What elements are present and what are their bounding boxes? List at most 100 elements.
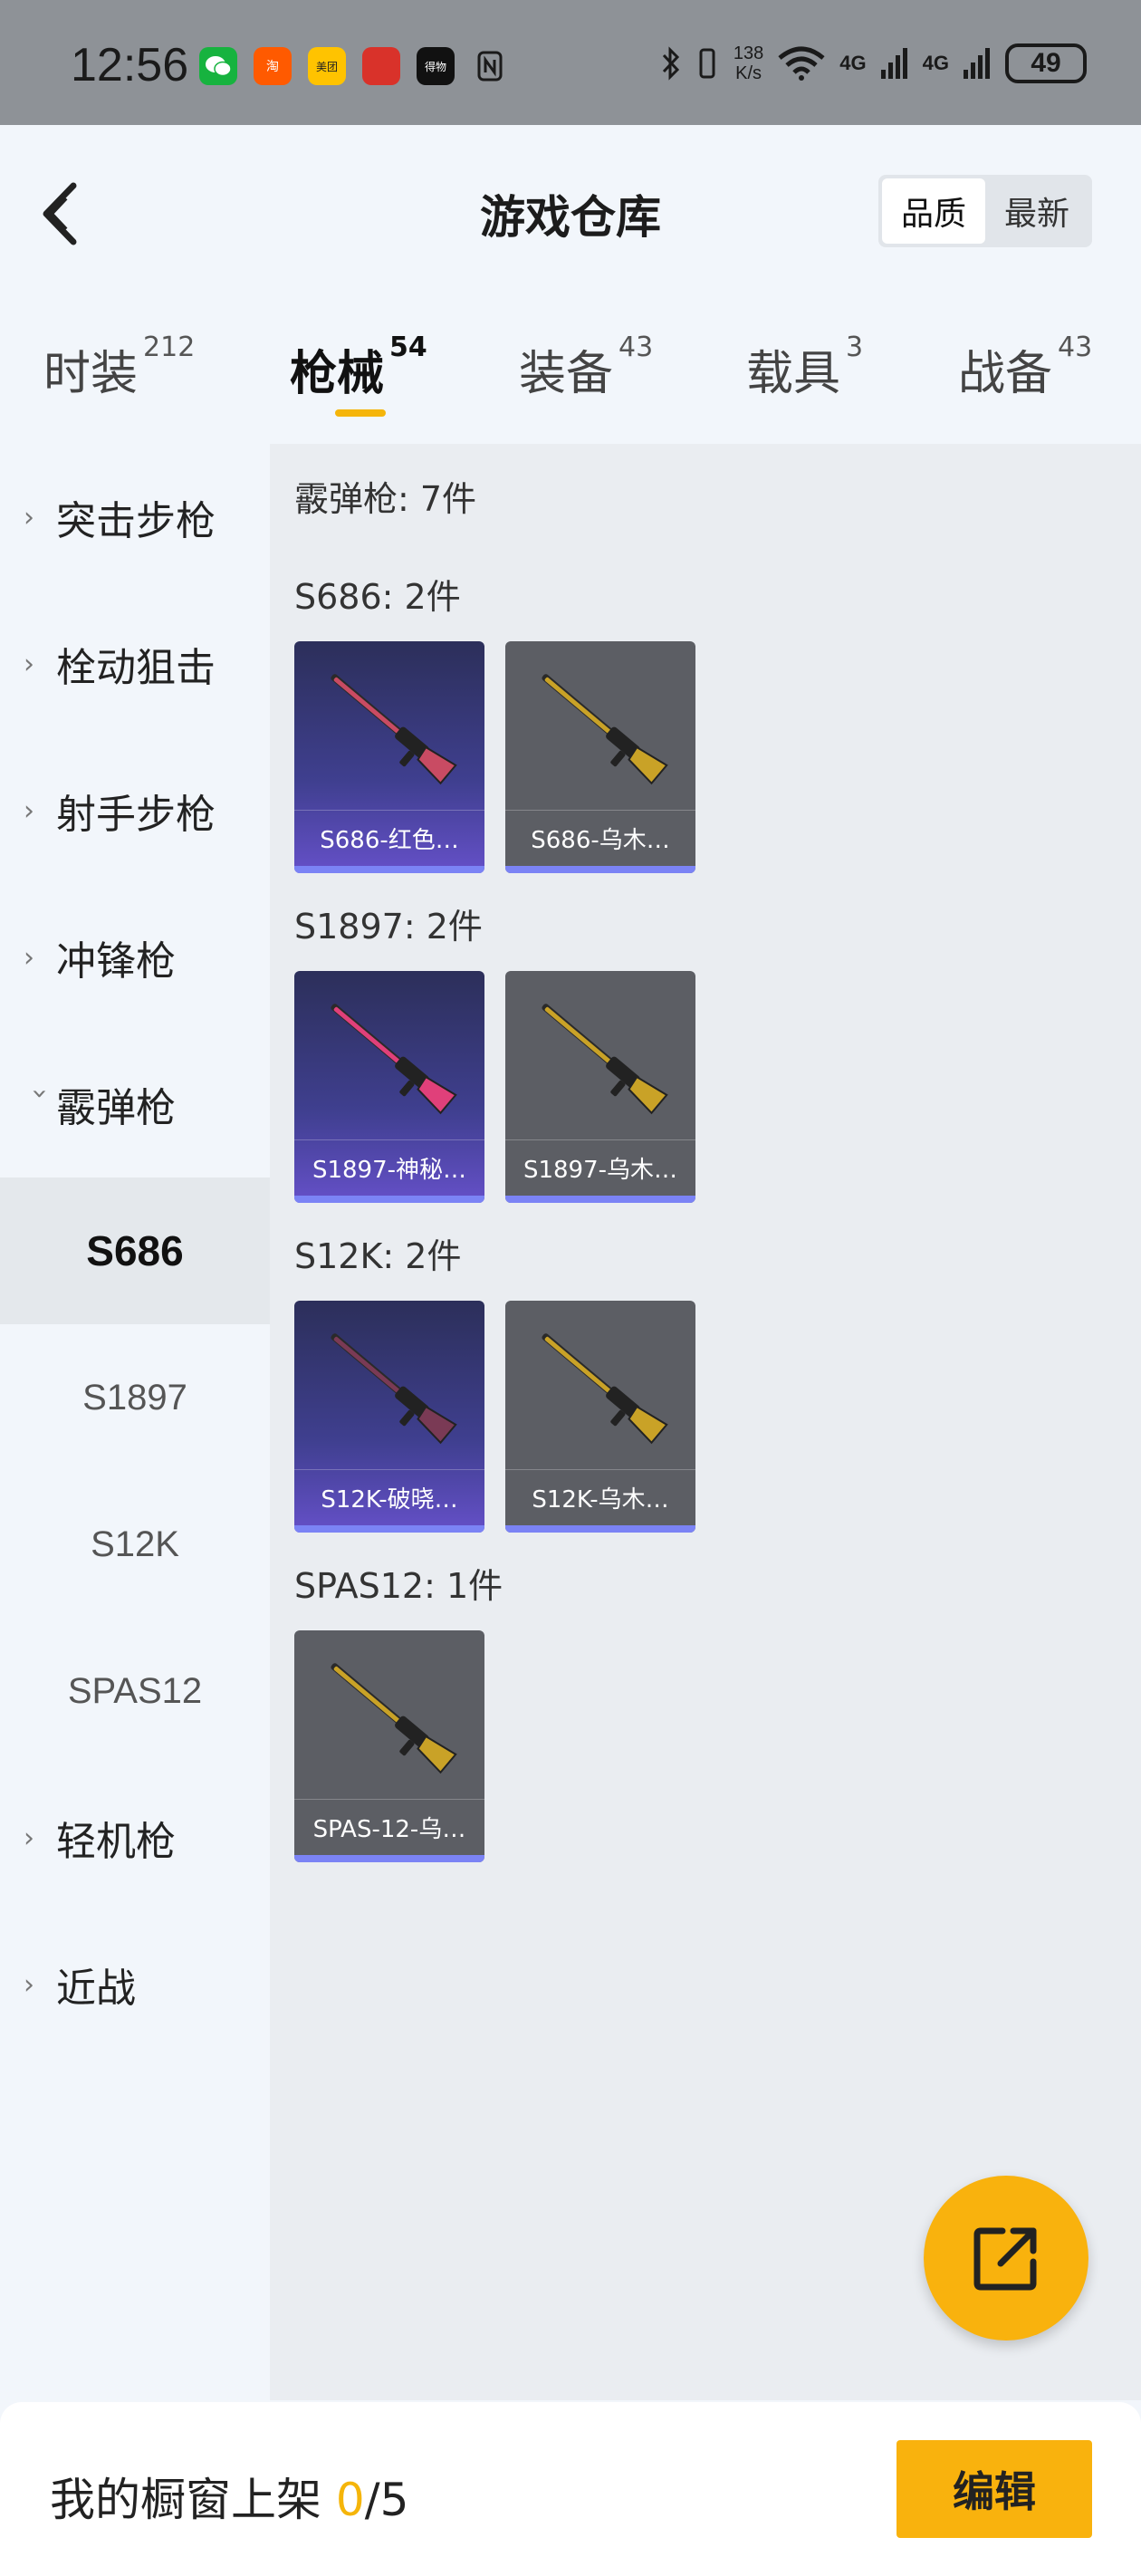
chevron-right-icon: ›: [24, 1968, 34, 2001]
sidebar-item-melee[interactable]: › 近战: [0, 1911, 270, 2058]
sidebar-item-smg[interactable]: › 冲锋枪: [0, 884, 270, 1031]
tab-count: 54: [389, 332, 427, 363]
bluetooth-icon: [662, 46, 679, 81]
tab-vehicles[interactable]: 载具 3: [746, 332, 864, 403]
tab-count: 3: [846, 332, 864, 363]
rarity-bar: [294, 1855, 484, 1862]
tab-count: 212: [143, 332, 196, 363]
status-bar: 12:56 淘 美团 得物 138 K/s 4G 4G 49: [0, 0, 1141, 125]
tab-label: 时装: [43, 347, 139, 401]
sidebar-item-label: 近战: [56, 1966, 136, 2012]
vibrate-icon: [699, 48, 715, 79]
chevron-right-icon: ›: [24, 501, 34, 533]
item-card[interactable]: S1897-乌木…: [505, 971, 695, 1203]
shotgun-icon: [331, 1333, 457, 1445]
tab-count: 43: [618, 332, 654, 363]
item-name: S1897-神秘…: [294, 1139, 484, 1196]
item-card[interactable]: S686-红色…: [294, 641, 484, 873]
tab-label: 枪械: [290, 347, 385, 401]
tab-guns[interactable]: 枪械 54: [290, 332, 427, 403]
item-name: S686-乌木…: [505, 810, 695, 866]
sort-newest-button[interactable]: 最新: [985, 178, 1088, 244]
share-external-icon: [973, 2227, 1037, 2291]
item-name: S686-红色…: [294, 810, 484, 866]
sidebar-sub-s12k[interactable]: S12K: [0, 1471, 270, 1618]
category-tabs: 时装 212 枪械 54 装备 43 载具 3 战备 43: [0, 299, 1141, 444]
meituan-icon: 美团: [308, 47, 346, 85]
item-card[interactable]: SPAS-12-乌…: [294, 1630, 484, 1862]
sidebar-item-label: 栓动狙击: [56, 645, 216, 691]
wechat-icon: [199, 47, 237, 85]
taobao-icon: 淘: [254, 47, 292, 85]
sidebar-sub-s1897[interactable]: S1897: [0, 1324, 270, 1471]
net-speed-value: 138: [733, 43, 764, 63]
rarity-bar: [505, 1525, 695, 1533]
sort-quality-button[interactable]: 品质: [882, 178, 985, 244]
network-type-2: 4G: [922, 52, 949, 74]
sidebar-item-label: 轻机枪: [56, 1819, 176, 1865]
rarity-bar: [505, 866, 695, 873]
net-speed: 138 K/s: [734, 43, 763, 83]
share-fab-button[interactable]: [924, 2176, 1088, 2341]
sidebar-sub-s686[interactable]: S686: [0, 1177, 270, 1324]
sidebar-item-bolt-sniper[interactable]: › 栓动狙击: [0, 591, 270, 737]
item-card[interactable]: S12K-乌木…: [505, 1301, 695, 1533]
item-name: S1897-乌木…: [505, 1139, 695, 1196]
item-name: S12K-破晓…: [294, 1469, 484, 1525]
item-card[interactable]: S686-乌木…: [505, 641, 695, 873]
shotgun-icon: [542, 1333, 668, 1445]
active-tab-indicator: [335, 409, 386, 417]
shotgun-icon: [331, 674, 457, 785]
group-title: S686: 2件: [294, 577, 461, 617]
showcase-total: /5: [364, 2474, 409, 2526]
tab-label: 载具: [746, 347, 841, 401]
group-title: SPAS12: 1件: [294, 1566, 503, 1606]
item-name: S12K-乌木…: [505, 1469, 695, 1525]
chevron-right-icon: ›: [24, 1821, 34, 1854]
rarity-bar: [505, 1196, 695, 1203]
showcase-label: 我的橱窗上架 0/5: [50, 2464, 408, 2529]
sidebar-item-assault-rifle[interactable]: › 突击步枪: [0, 444, 270, 591]
shotgun-icon: [331, 1663, 457, 1774]
rarity-bar: [294, 866, 484, 873]
status-time: 12:56: [71, 39, 189, 91]
rarity-bar: [294, 1525, 484, 1533]
item-card[interactable]: S12K-破晓…: [294, 1301, 484, 1533]
item-grid-panel: 霰弹枪: 7件 S686: 2件 S686-红色… S686-乌木… S1897…: [270, 444, 1141, 2400]
tab-fashion[interactable]: 时装 212: [43, 332, 196, 403]
group-title: S12K: 2件: [294, 1236, 462, 1276]
sidebar-item-label: 冲锋枪: [56, 938, 176, 985]
sidebar-item-label: 霰弹枪: [56, 1085, 176, 1131]
shotgun-icon: [331, 1004, 457, 1115]
showcase-text: 我的橱窗上架: [50, 2474, 336, 2526]
app-header: 游戏仓库 品质 最新: [0, 125, 1141, 299]
signal-icon: [880, 48, 907, 79]
category-summary: 霰弹枪: 7件: [294, 479, 477, 519]
sidebar-item-marksman-rifle[interactable]: › 射手步枪: [0, 737, 270, 884]
sidebar-sub-spas12[interactable]: SPAS12: [0, 1618, 270, 1764]
sidebar-item-label: 射手步枪: [56, 792, 216, 838]
network-type-1: 4G: [839, 52, 867, 74]
dewu-icon: 得物: [417, 47, 455, 85]
tab-equipment[interactable]: 装备 43: [519, 332, 654, 403]
group-title: S1897: 2件: [294, 907, 483, 947]
tab-supplies[interactable]: 战备 43: [958, 332, 1093, 403]
notification-icons: 淘 美团 得物: [199, 47, 509, 85]
sidebar-item-shotgun[interactable]: › 霰弹枪: [0, 1031, 270, 1177]
sort-toggle: 品质 最新: [878, 175, 1092, 247]
chevron-right-icon: ›: [24, 648, 34, 680]
tab-label: 装备: [519, 347, 614, 401]
net-speed-unit: K/s: [735, 63, 762, 83]
edit-button[interactable]: 编辑: [896, 2440, 1092, 2538]
tab-label: 战备: [958, 347, 1053, 401]
chevron-down-icon: ›: [24, 1088, 56, 1099]
status-right: 138 K/s 4G 4G 49: [661, 43, 1087, 83]
showcase-bar: 我的橱窗上架 0/5 编辑: [0, 2402, 1141, 2576]
tab-count: 43: [1058, 332, 1093, 363]
shotgun-icon: [542, 674, 668, 785]
chevron-right-icon: ›: [24, 941, 34, 974]
sidebar-item-lmg[interactable]: › 轻机枪: [0, 1764, 270, 1911]
item-card[interactable]: S1897-神秘…: [294, 971, 484, 1203]
nfc-icon: [471, 47, 509, 85]
chevron-right-icon: ›: [24, 794, 34, 827]
